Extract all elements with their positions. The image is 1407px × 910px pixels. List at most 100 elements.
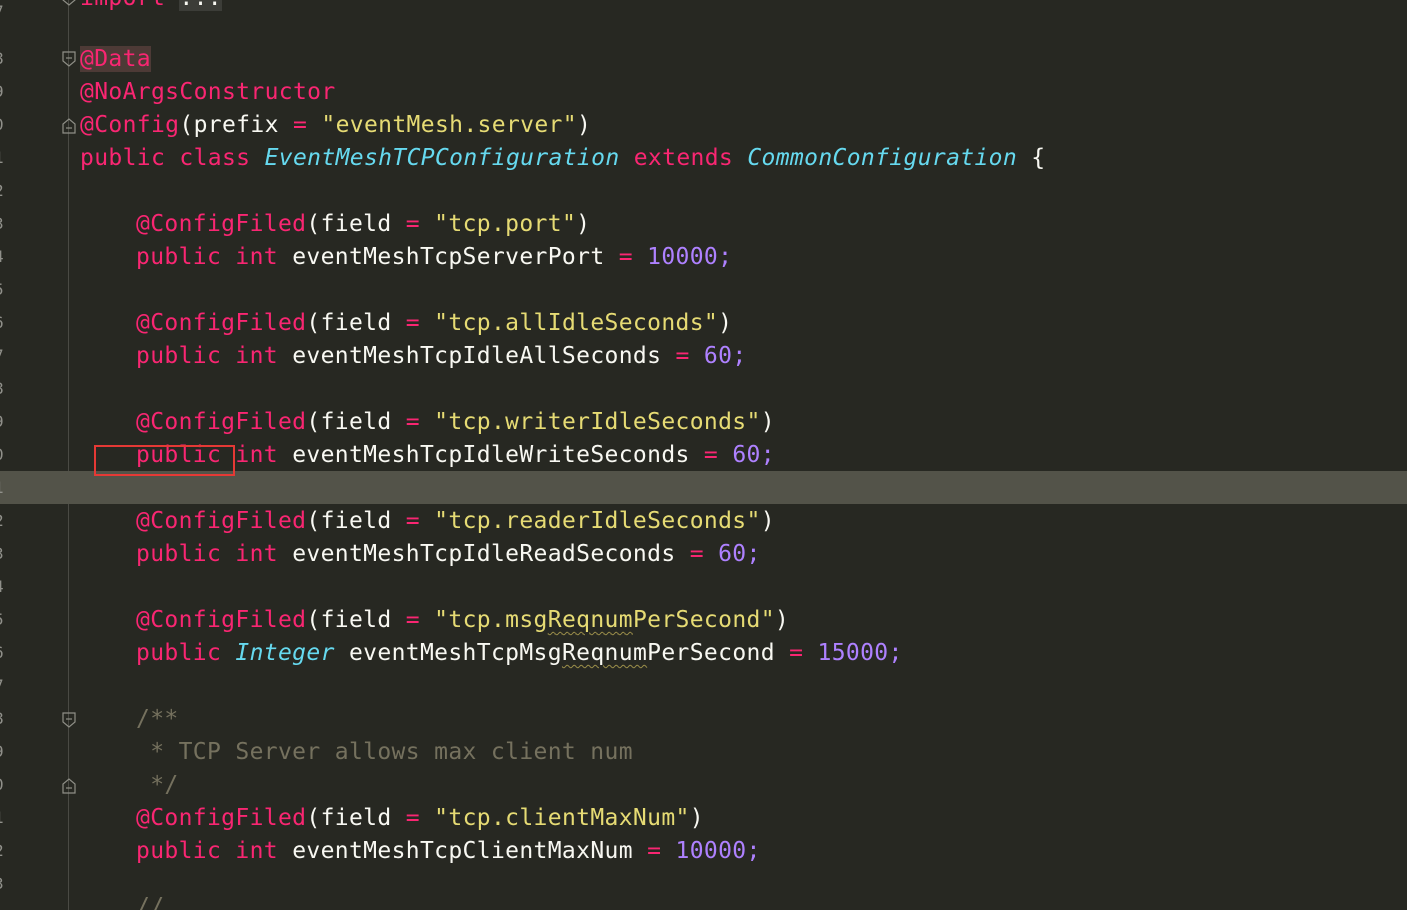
field-annotation-line[interactable]: @ConfigFiled(field = "tcp.writerIdleSeco…	[136, 406, 775, 439]
line-number: 2	[0, 174, 4, 207]
field-declaration-line[interactable]: public Integer eventMeshTcpMsgReqnumPerS…	[136, 637, 903, 670]
line-number: 6	[0, 306, 4, 339]
field-name: eventMeshTcpServerPort	[292, 244, 605, 270]
field-declaration-line[interactable]: public int eventMeshTcpClientMaxNum = 10…	[136, 835, 761, 868]
line-number: 0	[0, 438, 4, 471]
field-param: field	[320, 310, 392, 336]
field-initial-value: 10000	[647, 244, 719, 270]
line-number: 4	[0, 570, 4, 603]
annotation-noargs-line[interactable]: @NoArgsConstructor	[80, 76, 336, 109]
equals-op: =	[278, 112, 322, 138]
field-modifier: public	[136, 343, 222, 369]
line-number: 2	[0, 504, 4, 537]
field-declaration-line[interactable]: public int eventMeshTcpServerPort = 1000…	[136, 241, 732, 274]
line-number: 3	[0, 537, 4, 570]
field-annotation-line[interactable]: @ConfigFiled(field = "tcp.allIdleSeconds…	[136, 307, 732, 340]
line-number: 0	[0, 108, 4, 141]
fold-close-icon[interactable]	[62, 0, 76, 6]
class-keyword: class	[179, 145, 251, 171]
line-number: 7	[0, 0, 4, 28]
field-name-prefix: eventMeshTcpMsg	[348, 640, 562, 666]
field-param: field	[320, 508, 392, 534]
field-key: "tcp.readerIdleSeconds"	[434, 508, 761, 534]
field-type: int	[235, 343, 278, 369]
line-number: 1	[0, 141, 4, 174]
field-param: field	[320, 805, 392, 831]
gutter-separator	[68, 0, 69, 910]
line-number: 1	[0, 801, 4, 834]
field-declaration-line[interactable]: public int eventMeshTcpIdleReadSeconds =…	[136, 538, 761, 571]
field-key: "tcp.allIdleSeconds"	[434, 310, 719, 336]
config-filed-annotation: @ConfigFiled	[136, 409, 307, 435]
annotation-config-line[interactable]: @Config(prefix = "eventMesh.server")	[80, 109, 591, 142]
line-number: 9	[0, 75, 4, 108]
line-number: 5	[0, 603, 4, 636]
import-line[interactable]: import ...	[80, 0, 222, 15]
field-param: field	[320, 409, 392, 435]
line-number: 9	[0, 405, 4, 438]
line-number: 6	[0, 636, 4, 669]
field-declaration-line[interactable]: public int eventMeshTcpIdleAllSeconds = …	[136, 340, 747, 373]
paren-open: (	[179, 112, 194, 138]
config-filed-annotation: @ConfigFiled	[136, 805, 307, 831]
config-filed-annotation: @ConfigFiled	[136, 310, 307, 336]
doc-comment-body: * TCP Server allows max client num	[136, 739, 633, 765]
field-initial-value: 10000	[675, 838, 747, 864]
line-number: 2	[0, 834, 4, 867]
line-number: 0	[0, 768, 4, 801]
field-type: int	[235, 244, 278, 270]
field-modifier: public	[136, 244, 222, 270]
spelling-warning[interactable]: Reqnum	[562, 640, 647, 666]
line-number: 8	[0, 372, 4, 405]
annotation-noargs: @NoArgsConstructor	[80, 79, 336, 105]
field-annotation-line[interactable]: @ConfigFiled(field = "tcp.port")	[136, 208, 590, 241]
field-initial-value: 60	[718, 541, 747, 567]
fold-open-icon[interactable]	[62, 51, 76, 67]
line-comment: //	[136, 894, 165, 910]
import-collapsed-ellipsis[interactable]: ...	[179, 0, 222, 11]
line-number: 4	[0, 240, 4, 273]
doc-comment-close: */	[136, 772, 179, 798]
field-key: "tcp.clientMaxNum"	[434, 805, 690, 831]
spelling-warning[interactable]: Reqnum	[548, 607, 633, 633]
config-filed-annotation: @ConfigFiled	[136, 211, 307, 237]
field-type: int	[235, 838, 278, 864]
config-param: prefix	[193, 112, 279, 138]
field-param: field	[320, 211, 392, 237]
field-name: eventMeshTcpClientMaxNum	[292, 838, 633, 864]
config-filed-annotation: @ConfigFiled	[136, 508, 307, 534]
code-editor[interactable]: 7 8 9 0 1 2 3 4 5 6 7 8 9 0 1 2 3 4 5 6 …	[0, 0, 1407, 910]
field-initial-value: 60	[732, 442, 761, 468]
config-filed-annotation: @ConfigFiled	[136, 607, 307, 633]
field-key-suffix: PerSecond"	[632, 607, 775, 633]
class-declaration-line[interactable]: public class EventMeshTCPConfiguration e…	[80, 142, 1045, 175]
parent-class-name: CommonConfiguration	[747, 145, 1018, 171]
field-initial-value: 60	[703, 343, 733, 369]
field-annotation-line[interactable]: @ConfigFiled(field = "tcp.clientMaxNum")	[136, 802, 704, 835]
class-open-brace: {	[1031, 145, 1046, 171]
highlight-box	[94, 445, 235, 476]
fold-open-icon[interactable]	[62, 712, 76, 728]
line-number: 3	[0, 867, 4, 900]
line-number: 7	[0, 339, 4, 372]
fold-close-icon[interactable]	[62, 118, 76, 134]
field-annotation-line[interactable]: @ConfigFiled(field = "tcp.msgReqnumPerSe…	[136, 604, 789, 637]
line-number: 7	[0, 669, 4, 702]
line-number: 8	[0, 702, 4, 735]
fold-close-icon[interactable]	[62, 778, 76, 794]
annotation-data-line[interactable]: @Data	[80, 43, 151, 76]
doc-comment-open: /**	[136, 706, 179, 732]
paren-close: )	[576, 112, 592, 138]
field-name: eventMeshTcpIdleReadSeconds	[292, 541, 676, 567]
field-name-suffix: PerSecond	[647, 640, 775, 666]
field-name: eventMeshTcpIdleAllSeconds	[292, 343, 662, 369]
annotation-data: @Data	[80, 46, 151, 72]
line-number: 9	[0, 735, 4, 768]
line-number: 1	[0, 471, 4, 504]
config-value: "eventMesh.server"	[321, 112, 577, 138]
field-modifier: public	[136, 838, 222, 864]
field-modifier: public	[136, 541, 222, 567]
field-annotation-line[interactable]: @ConfigFiled(field = "tcp.readerIdleSeco…	[136, 505, 775, 538]
field-key: "tcp.writerIdleSeconds"	[434, 409, 761, 435]
extends-keyword: extends	[633, 145, 734, 171]
